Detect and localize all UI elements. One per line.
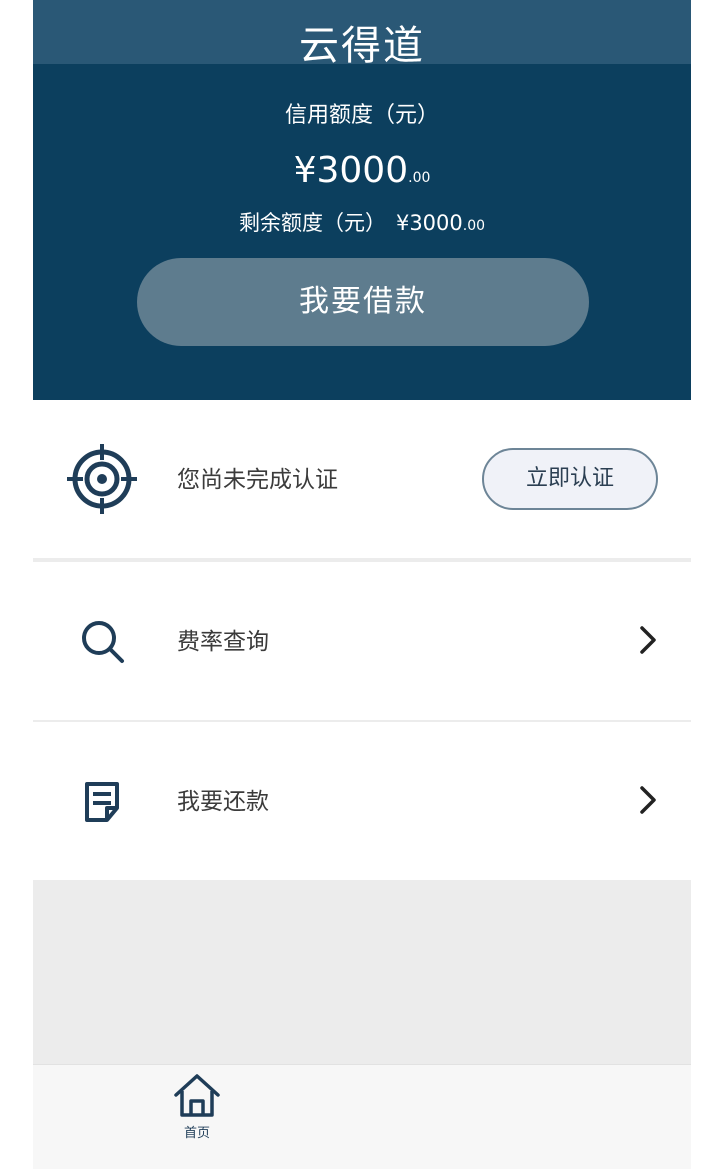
document-icon — [65, 764, 139, 838]
app-screen: 云得道 信用额度（元） ¥3000.00 剩余额度（元） ¥3000.00 我要借… — [33, 0, 691, 1169]
remaining-credit-value: ¥3000 — [395, 211, 463, 235]
target-icon — [65, 442, 139, 516]
rate-query-label: 费率查询 — [177, 629, 269, 655]
search-icon — [65, 604, 139, 678]
repay-row[interactable]: 我要还款 — [33, 722, 691, 880]
remaining-credit: 剩余额度（元） ¥3000.00 — [33, 208, 691, 241]
tab-home[interactable]: 首页 — [167, 1069, 227, 1149]
app-title: 云得道 — [299, 23, 425, 69]
verification-row: 您尚未完成认证 立即认证 — [33, 400, 691, 558]
remaining-credit-cents: .00 — [462, 218, 486, 234]
verify-now-button[interactable]: 立即认证 — [482, 448, 658, 510]
tab-home-label: 首页 — [183, 1126, 210, 1141]
remaining-credit-label: 剩余额度（元） — [238, 211, 386, 235]
bottom-tab-bar: 首页 — [33, 1064, 691, 1169]
credit-limit-label: 信用额度（元） — [284, 103, 439, 128]
rate-query-row[interactable]: 费率查询 — [33, 562, 691, 720]
chevron-right-icon — [633, 782, 663, 818]
verification-status-text: 您尚未完成认证 — [177, 467, 338, 493]
credit-header: 云得道 信用额度（元） ¥3000.00 剩余额度（元） ¥3000.00 我要借… — [33, 0, 691, 400]
borrow-button[interactable]: 我要借款 — [137, 258, 589, 346]
credit-limit-amount: ¥3000.00 — [33, 148, 691, 201]
home-icon — [174, 1074, 220, 1117]
credit-limit-cents: .00 — [408, 170, 431, 186]
repay-label: 我要还款 — [177, 789, 269, 815]
credit-limit-value: ¥3000 — [293, 150, 409, 191]
chevron-right-icon — [633, 622, 663, 658]
